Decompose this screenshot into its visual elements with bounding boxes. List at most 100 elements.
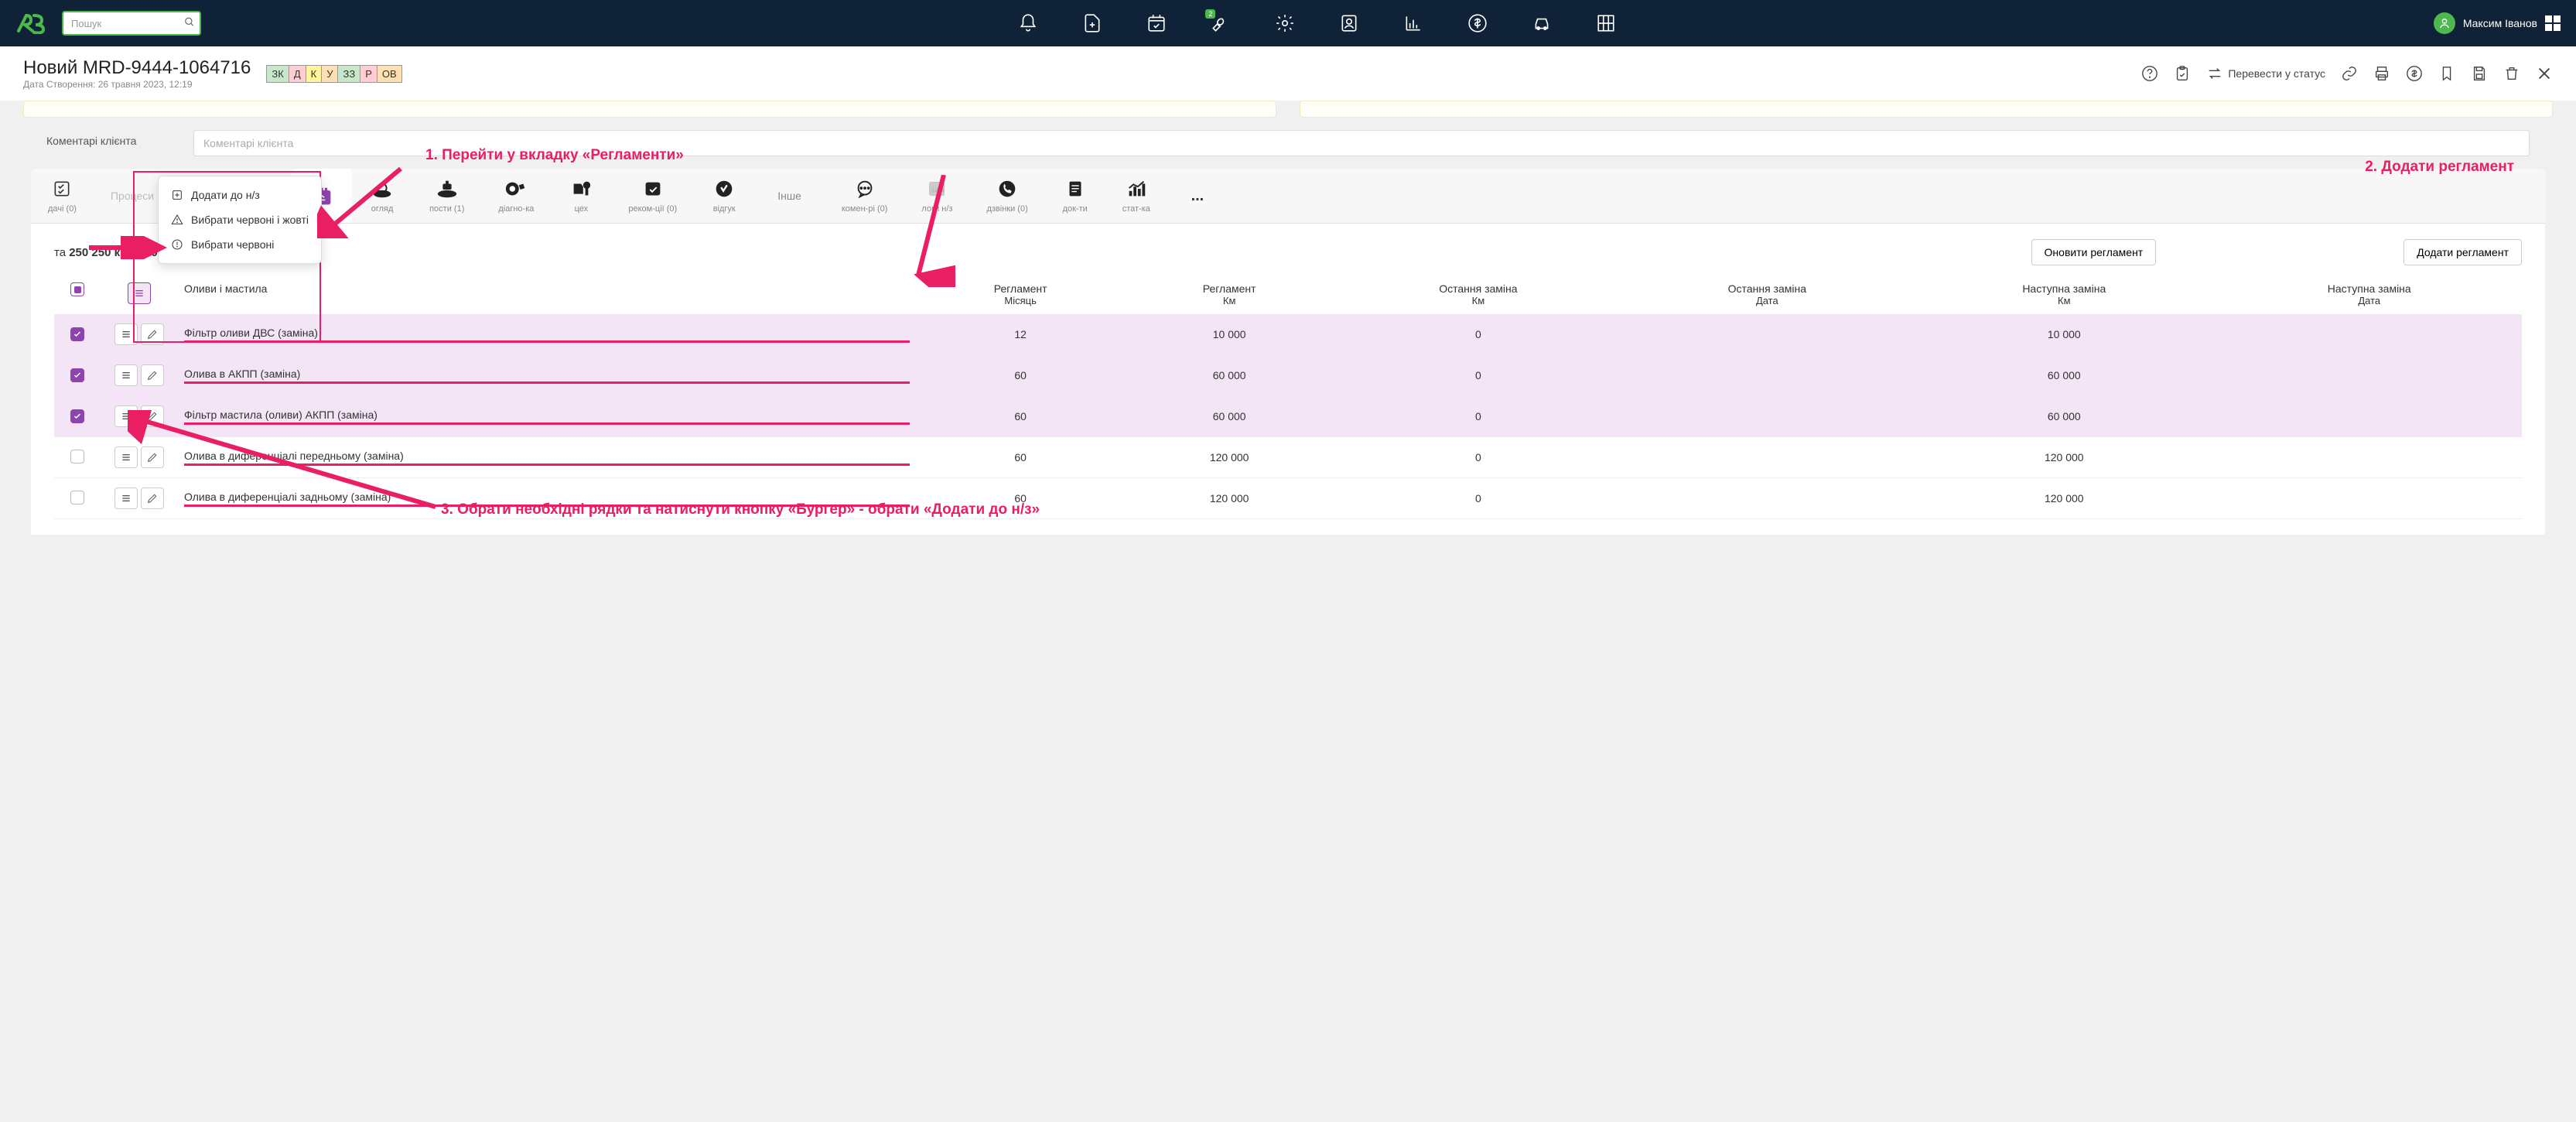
th-reg-km: РегламентКм — [1125, 275, 1334, 314]
tab-feedback[interactable]: відгук — [694, 169, 754, 223]
tab-other-label: Інше — [754, 169, 825, 223]
cell-reg-km: 10 000 — [1125, 314, 1334, 355]
user-name: Максим Іванов — [2463, 17, 2537, 29]
comment-input[interactable]: Коментарі клієнта — [193, 130, 2530, 156]
burger-item-add[interactable]: Додати до н/з — [159, 183, 321, 207]
status-transfer[interactable]: Перевести у статус — [2206, 65, 2325, 82]
cell-next-km: 120 000 — [1912, 437, 2216, 478]
tab-comments[interactable]: комен-рі (0) — [825, 169, 905, 223]
row-edit-button[interactable] — [141, 323, 164, 345]
row-checkbox[interactable] — [70, 491, 84, 505]
bookmark-icon[interactable] — [2438, 65, 2455, 82]
tab-docs[interactable]: док-ти — [1045, 169, 1105, 223]
cell-reg-month: 60 — [916, 355, 1125, 396]
row-checkbox[interactable] — [70, 368, 84, 382]
row-edit-button[interactable] — [141, 446, 164, 468]
cell-next-date — [2217, 437, 2523, 478]
tabs-panel: дачі (0)Процесиоглядпости (1)діагно-каце… — [31, 169, 2545, 535]
svg-text:LOG: LOG — [932, 186, 945, 193]
status-tag[interactable]: ЗЗ — [338, 66, 360, 82]
table-row: Олива в диференціалі задньому (заміна)60… — [54, 478, 2522, 519]
row-edit-button[interactable] — [141, 405, 164, 427]
cell-reg-month: 60 — [916, 396, 1125, 437]
dollar-icon[interactable] — [1467, 12, 1488, 34]
stats-icon — [1124, 178, 1149, 200]
cell-next-km: 60 000 — [1912, 355, 2216, 396]
print-icon[interactable] — [2373, 65, 2390, 82]
row-menu-button[interactable] — [114, 487, 138, 509]
posts-icon — [435, 178, 460, 200]
tab-calls[interactable]: дзвінки (0) — [969, 169, 1044, 223]
row-menu-button[interactable] — [114, 323, 138, 345]
burger-item-red[interactable]: Вибрати червоні — [159, 232, 321, 257]
tab-tasks[interactable]: дачі (0) — [31, 169, 94, 223]
comments-icon — [852, 178, 877, 200]
tab-posts[interactable]: пости (1) — [412, 169, 481, 223]
chart-icon[interactable] — [1402, 12, 1424, 34]
item-name: Олива в АКПП (заміна) — [184, 368, 910, 384]
update-reglament-button[interactable]: Оновити регламент — [2031, 239, 2157, 265]
content: Додати до н/з Вибрати червоні і жовті Ви… — [31, 224, 2545, 535]
tab-diagnostics[interactable]: діагно-ка — [481, 169, 551, 223]
status-tag[interactable]: ЗК — [267, 66, 289, 82]
trash-icon[interactable] — [2503, 65, 2520, 82]
burger-button[interactable] — [128, 282, 151, 304]
contacts-icon[interactable] — [1338, 12, 1360, 34]
calendar-check-icon[interactable] — [1146, 12, 1167, 34]
burger-item-red-yellow[interactable]: Вибрати червоні і жовті — [159, 207, 321, 232]
status-tag[interactable]: К — [306, 66, 323, 82]
link-icon[interactable] — [2341, 65, 2358, 82]
reglament-table: Оливи і мастила РегламентМісяць Регламен… — [54, 275, 2522, 519]
save-icon[interactable] — [2471, 65, 2488, 82]
logo[interactable] — [15, 12, 46, 35]
row-menu-button[interactable] — [114, 446, 138, 468]
row-edit-button[interactable] — [141, 364, 164, 386]
cell-last-date — [1623, 437, 1912, 478]
cell-last-km: 0 — [1334, 478, 1622, 519]
th-next-km: Наступна замінаКм — [1912, 275, 2216, 314]
dollar-circle-icon[interactable] — [2406, 65, 2423, 82]
status-tag[interactable]: ОВ — [378, 66, 401, 82]
status-tag[interactable]: Р — [360, 66, 378, 82]
cell-next-km: 10 000 — [1912, 314, 2216, 355]
search-input[interactable] — [62, 11, 201, 36]
cell-last-date — [1623, 355, 1912, 396]
tab-recom[interactable]: реком-ції (0) — [611, 169, 694, 223]
tab-stats[interactable]: стат-ка — [1105, 169, 1167, 223]
status-tag[interactable]: У — [322, 66, 338, 82]
add-reglament-button[interactable]: Додати регламент — [2403, 239, 2522, 265]
tab-more[interactable]: ... — [1167, 169, 1228, 223]
diagnostics-icon — [504, 178, 528, 200]
grid-icon[interactable] — [1595, 12, 1617, 34]
table-row: Фільтр мастила (оливи) АКПП (заміна)6060… — [54, 396, 2522, 437]
apps-icon[interactable] — [2545, 15, 2561, 31]
help-icon[interactable] — [2141, 65, 2158, 82]
row-menu-button[interactable] — [114, 364, 138, 386]
bell-icon[interactable] — [1017, 12, 1039, 34]
user-block[interactable]: Максим Іванов — [2434, 12, 2561, 34]
cell-reg-km: 60 000 — [1125, 396, 1334, 437]
tab-overview[interactable]: огляд — [352, 169, 412, 223]
status-tag[interactable]: Д — [289, 66, 306, 82]
th-next-date: Наступна замінаДата — [2217, 275, 2523, 314]
page-title: Новий MRD-9444-1064716 — [23, 57, 251, 79]
row-edit-button[interactable] — [141, 487, 164, 509]
clipboard-check-icon[interactable] — [2174, 65, 2191, 82]
close-icon[interactable] — [2536, 65, 2553, 82]
cell-reg-km: 120 000 — [1125, 437, 1334, 478]
wrench-icon[interactable]: 2 — [1210, 12, 1232, 34]
row-checkbox[interactable] — [70, 409, 84, 423]
car-icon[interactable] — [1531, 12, 1553, 34]
item-name: Фільтр оливи ДВС (заміна) — [184, 327, 910, 343]
row-menu-button[interactable] — [114, 405, 138, 427]
cell-last-date — [1623, 314, 1912, 355]
tab-workshop[interactable]: цех — [551, 169, 611, 223]
row-checkbox[interactable] — [70, 327, 84, 341]
gear-icon[interactable] — [1274, 12, 1296, 34]
row-checkbox[interactable] — [70, 450, 84, 464]
checkbox-all[interactable] — [70, 282, 84, 296]
burger-menu: Додати до н/з Вибрати червоні і жовті Ви… — [158, 176, 322, 264]
avatar — [2434, 12, 2455, 34]
th-name: Оливи і мастила — [178, 275, 916, 314]
file-plus-icon[interactable] — [1081, 12, 1103, 34]
